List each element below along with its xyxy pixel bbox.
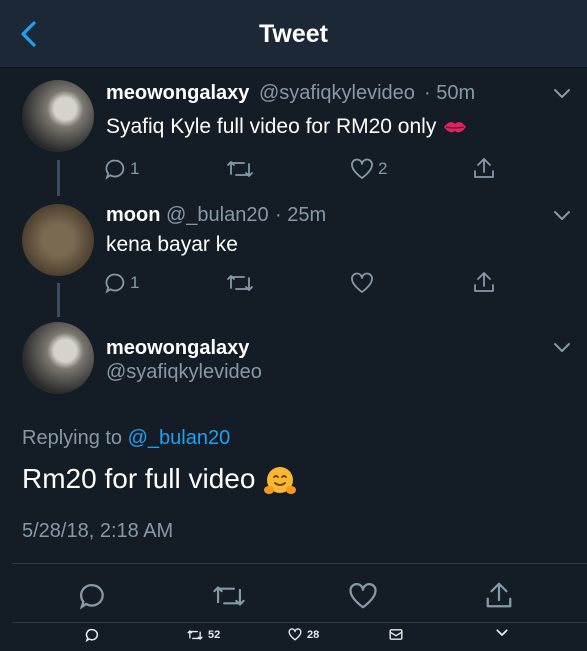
tweet-text: kena bayar ke [106,233,238,256]
bottom-retweet-button[interactable]: 52 [187,628,220,642]
divider [12,622,587,623]
tweet-time: · 50m [424,82,476,104]
share-icon [486,582,512,608]
top-bar: Tweet [0,0,587,68]
share-icon [474,272,494,292]
retweet-icon [213,586,245,606]
retweet-icon [187,630,203,640]
reply-button[interactable]: 1 [104,158,139,180]
share-icon [474,158,494,178]
hugging-face-emoji [264,466,297,494]
bottom-action-bar: 52 28 [0,624,587,651]
tweet-author-handle[interactable]: @syafiqkylevideo [259,82,415,105]
reply-icon [85,628,99,642]
bottom-retweet-count: 52 [208,629,221,641]
reply-icon [105,273,125,294]
heart-icon [349,583,377,609]
heart-icon [288,628,302,641]
chevron-down-icon[interactable] [553,88,571,100]
reply-count: 1 [130,159,140,178]
avatar[interactable] [22,322,94,394]
main-tweet-author-name[interactable]: meowongalaxy [106,337,249,360]
share-button[interactable] [484,580,514,610]
bottom-like-button[interactable]: 28 [288,628,319,641]
divider [12,563,587,564]
share-button[interactable] [472,156,496,180]
tweet-time: · 25m [275,204,327,226]
main-tweet-timestamp: 5/28/18, 2:18 AM [22,520,174,542]
reply-button[interactable] [78,582,106,610]
thread-connector [57,160,60,196]
envelope-icon [389,629,403,640]
bottom-reply-button[interactable] [85,628,99,642]
like-button[interactable]: 2 [350,158,387,180]
main-tweet-author-handle[interactable]: @syafiqkylevideo [106,361,262,384]
avatar[interactable] [22,204,94,276]
page-title: Tweet [259,20,328,48]
replying-to: Replying to @_bulan20 [22,427,230,450]
like-button[interactable] [348,582,378,610]
like-button[interactable] [350,272,374,294]
chevron-down-icon[interactable] [553,342,571,354]
kiss-mark-emoji [444,122,467,133]
reply-button[interactable]: 1 [104,272,139,294]
thread-connector [57,283,60,317]
retweet-button[interactable] [226,158,254,180]
tweet-author-name[interactable]: moon [106,204,160,227]
replying-mention-link[interactable]: @_bulan20 [128,427,231,449]
main-tweet-text: Rm20 for full video [22,463,297,497]
like-count: 2 [378,159,388,178]
retweet-button[interactable] [212,582,246,610]
avatar[interactable] [22,80,94,152]
reply-icon [79,584,104,610]
tweet-text: Syafiq Kyle full video for RM20 only [106,115,468,139]
reply-count: 1 [130,273,140,292]
bottom-like-count: 28 [307,628,320,641]
main-tweet-text-body: Rm20 for full video [22,463,256,494]
tweet-author-name[interactable]: meowongalaxy [106,82,249,105]
chevron-down-icon[interactable] [553,210,571,222]
bottom-message-button[interactable] [389,628,403,641]
replying-prefix: Replying to [22,427,123,449]
share-button[interactable] [472,270,496,294]
bottom-more-button[interactable] [496,628,508,638]
retweet-button[interactable] [226,272,254,294]
heart-icon [351,272,373,293]
reply-icon [105,159,125,180]
heart-icon [351,158,373,179]
tweet-author-handle[interactable]: @_bulan20 [166,204,269,227]
retweet-icon [227,275,253,291]
tweet-text-body: Syafiq Kyle full video for RM20 only [106,115,437,138]
retweet-icon [227,161,253,177]
chevron-down-icon [496,629,508,636]
